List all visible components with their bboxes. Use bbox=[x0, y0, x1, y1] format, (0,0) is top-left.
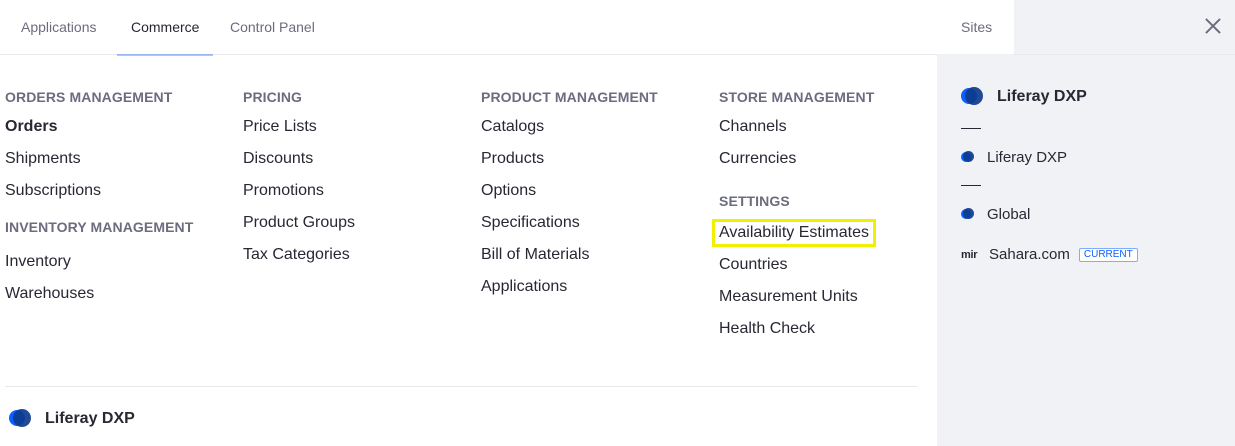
footer-site[interactable]: Liferay DXP bbox=[9, 405, 135, 433]
tab-applications[interactable]: Applications bbox=[21, 0, 97, 55]
link-measurement-units[interactable]: Measurement Units bbox=[719, 281, 949, 313]
close-icon[interactable] bbox=[1203, 16, 1223, 36]
column-orders: ORDERS MANAGEMENT Orders Shipments Subsc… bbox=[5, 88, 235, 310]
liferay-logo-icon bbox=[961, 207, 975, 222]
sidebar-current-site[interactable]: Liferay DXP bbox=[961, 86, 1087, 108]
heading-pricing: PRICING bbox=[243, 89, 303, 105]
link-bill-of-materials[interactable]: Bill of Materials bbox=[481, 239, 711, 271]
link-products[interactable]: Products bbox=[481, 143, 711, 175]
column-product-management: PRODUCT MANAGEMENT Catalogs Products Opt… bbox=[481, 88, 711, 303]
site-item-global[interactable]: Global bbox=[961, 206, 1030, 223]
site-item-label: Sahara.com bbox=[989, 246, 1070, 263]
link-warehouses[interactable]: Warehouses bbox=[5, 278, 235, 310]
tab-bar: Applications Commerce Control Panel bbox=[0, 0, 937, 56]
separator-dash bbox=[961, 128, 981, 129]
sahara-logo-icon: mir bbox=[961, 248, 978, 261]
link-shipments[interactable]: Shipments bbox=[5, 143, 235, 175]
link-promotions[interactable]: Promotions bbox=[243, 175, 473, 207]
link-tax-categories[interactable]: Tax Categories bbox=[243, 239, 473, 271]
footer-divider bbox=[5, 386, 917, 387]
site-item-label: Global bbox=[987, 206, 1031, 223]
link-specifications[interactable]: Specifications bbox=[481, 207, 711, 239]
footer-site-label: Liferay DXP bbox=[45, 410, 135, 427]
link-options[interactable]: Options bbox=[481, 175, 711, 207]
link-currencies[interactable]: Currencies bbox=[719, 143, 949, 175]
liferay-logo-icon bbox=[961, 150, 975, 165]
link-availability-estimates-row: Availability Estimates bbox=[712, 217, 949, 249]
site-item-liferay-dxp[interactable]: Liferay DXP bbox=[961, 149, 1067, 166]
link-price-lists[interactable]: Price Lists bbox=[243, 111, 473, 143]
sites-sidebar: Sites Liferay DXP Liferay DXP Global mir… bbox=[937, 0, 1235, 446]
tab-sites[interactable]: Sites bbox=[937, 0, 1014, 54]
link-orders[interactable]: Orders bbox=[5, 111, 235, 143]
heading-store-management: STORE MANAGEMENT bbox=[719, 89, 875, 105]
link-discounts[interactable]: Discounts bbox=[243, 143, 473, 175]
tab-commerce[interactable]: Commerce bbox=[116, 0, 215, 56]
link-subscriptions[interactable]: Subscriptions bbox=[5, 175, 235, 207]
main-menu-panel: Applications Commerce Control Panel ORDE… bbox=[0, 0, 937, 446]
link-channels[interactable]: Channels bbox=[719, 111, 949, 143]
link-product-groups[interactable]: Product Groups bbox=[243, 207, 473, 239]
link-applications[interactable]: Applications bbox=[481, 271, 711, 303]
link-catalogs[interactable]: Catalogs bbox=[481, 111, 711, 143]
heading-product-management: PRODUCT MANAGEMENT bbox=[481, 89, 658, 105]
column-pricing: PRICING Price Lists Discounts Promotions… bbox=[243, 88, 473, 271]
link-health-check[interactable]: Health Check bbox=[719, 313, 949, 345]
separator-dash bbox=[961, 185, 981, 186]
liferay-logo-icon bbox=[9, 408, 31, 430]
site-item-label: Liferay DXP bbox=[987, 149, 1068, 166]
tab-control-panel[interactable]: Control Panel bbox=[230, 0, 315, 55]
current-badge: CURRENT bbox=[1078, 247, 1138, 262]
link-countries[interactable]: Countries bbox=[719, 249, 949, 281]
sidebar-divider bbox=[1014, 54, 1235, 55]
sidebar-site-title: Liferay DXP bbox=[997, 88, 1087, 105]
heading-orders-management: ORDERS MANAGEMENT bbox=[5, 89, 173, 105]
link-availability-estimates[interactable]: Availability Estimates bbox=[712, 219, 876, 247]
site-item-sahara[interactable]: mir Sahara.com CURRENT bbox=[961, 246, 1138, 263]
link-inventory[interactable]: Inventory bbox=[5, 246, 235, 278]
heading-settings: SETTINGS bbox=[719, 193, 790, 209]
heading-inventory-management: INVENTORY MANAGEMENT bbox=[5, 219, 194, 235]
column-store-management: STORE MANAGEMENT Channels Currencies SET… bbox=[712, 88, 949, 345]
liferay-logo-icon bbox=[961, 86, 983, 108]
